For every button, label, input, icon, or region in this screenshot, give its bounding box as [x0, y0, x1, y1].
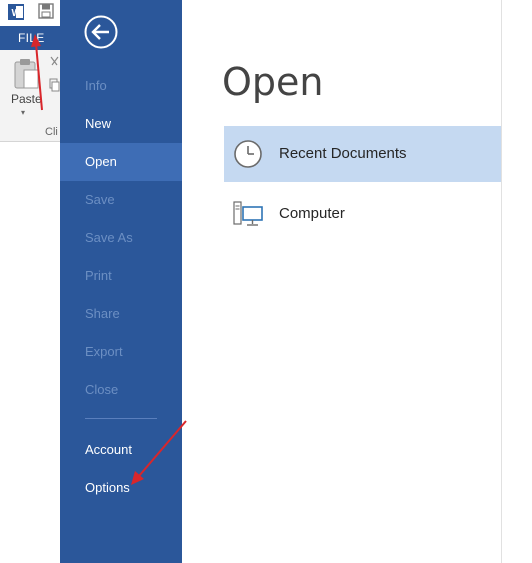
back-arrow-icon[interactable]: [84, 15, 118, 49]
save-icon[interactable]: [38, 3, 54, 19]
ribbon-background: W FILE Paste ▾ Cli: [0, 0, 60, 563]
ribbon-home-group: Paste ▾ Cli: [0, 50, 60, 142]
nav-item-account[interactable]: Account: [60, 431, 182, 469]
quick-access-toolbar: W: [0, 0, 60, 26]
page-title: Open: [222, 60, 324, 104]
nav-item-close: Close: [85, 382, 119, 397]
clipboard-group-label: Cli: [45, 126, 58, 138]
location-label: Computer: [279, 205, 345, 222]
nav-item-print: Print: [85, 268, 112, 283]
svg-text:W: W: [12, 8, 22, 19]
word-app-icon[interactable]: W: [7, 3, 25, 21]
location-computer[interactable]: Computer: [224, 186, 502, 242]
nav-item-info: Info: [85, 78, 107, 93]
location-recent-documents[interactable]: Recent Documents: [224, 126, 502, 182]
clock-icon: [234, 140, 262, 168]
paste-icon[interactable]: [12, 58, 40, 92]
nav-item-save-as: Save As: [85, 230, 133, 245]
scissors-icon[interactable]: [49, 56, 60, 70]
file-tab[interactable]: FILE: [0, 26, 60, 50]
nav-item-save: Save: [85, 192, 115, 207]
open-pane: Open Recent Documents Computer: [182, 0, 502, 563]
computer-icon: [233, 201, 263, 226]
nav-divider: [85, 418, 157, 419]
nav-item-open[interactable]: Open: [60, 143, 182, 181]
paste-button-label[interactable]: Paste: [11, 92, 42, 106]
location-label: Recent Documents: [279, 145, 407, 162]
backstage-nav: Info New Open Save Save As Print Share E…: [60, 0, 182, 563]
nav-item-export: Export: [85, 344, 123, 359]
paste-dropdown-arrow[interactable]: ▾: [21, 108, 25, 117]
nav-item-options[interactable]: Options: [60, 469, 182, 507]
nav-item-new[interactable]: New: [60, 105, 182, 143]
copy-icon[interactable]: [49, 78, 60, 92]
nav-item-share: Share: [85, 306, 120, 321]
pane-divider: [501, 0, 502, 563]
